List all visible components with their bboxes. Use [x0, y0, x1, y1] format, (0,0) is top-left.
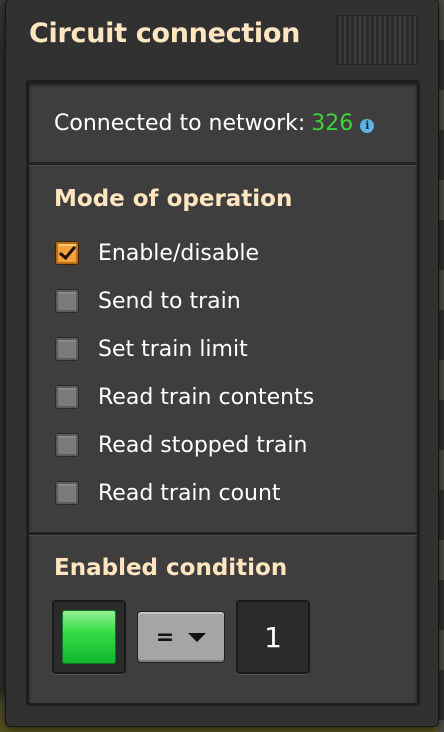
mode-option-set-train-limit[interactable]: Set train limit [55, 333, 248, 365]
mode-option-label: Enable/disable [98, 240, 259, 266]
read-train-contents-checkbox[interactable] [55, 385, 79, 409]
info-icon[interactable]: i [360, 118, 375, 133]
chevron-down-icon [188, 632, 207, 642]
circuit-connection-window: Circuit connection Connected to network:… [6, 0, 438, 726]
window-title: Circuit connection [29, 18, 301, 49]
mode-option-label: Read stopped train [98, 432, 308, 458]
mode-option-enable-disable[interactable]: Enable/disable [55, 237, 259, 269]
read-stopped-train-checkbox[interactable] [55, 433, 79, 457]
mode-section-title: Mode of operation [54, 186, 293, 212]
section-divider [29, 532, 417, 535]
mode-option-label: Read train contents [98, 384, 315, 410]
section-divider [29, 162, 417, 165]
send-to-train-checkbox[interactable] [55, 289, 79, 313]
enable-disable-checkbox[interactable] [55, 241, 79, 265]
read-train-count-checkbox[interactable] [55, 481, 79, 505]
condition-row: = 1 [52, 600, 310, 674]
mode-option-label: Send to train [98, 288, 241, 314]
mode-option-label: Read train count [98, 480, 281, 506]
condition-section-title: Enabled condition [54, 555, 288, 581]
network-id: 326 [311, 111, 354, 136]
comparator-dropdown[interactable]: = [138, 612, 224, 662]
mode-option-label: Set train limit [98, 336, 248, 362]
constant-value-slot[interactable]: 1 [236, 600, 310, 674]
mode-option-read-stopped-train[interactable]: Read stopped train [55, 429, 307, 461]
network-status: Connected to network: 326 i [54, 111, 375, 136]
drag-handle[interactable] [336, 15, 418, 65]
window-titlebar[interactable]: Circuit connection [6, 0, 438, 74]
signal-selector[interactable] [52, 600, 126, 674]
mode-option-read-train-count[interactable]: Read train count [55, 477, 281, 509]
mode-option-send-to-train[interactable]: Send to train [55, 285, 241, 317]
set-train-limit-checkbox[interactable] [55, 337, 79, 361]
window-content-frame: Connected to network: 326 i Mode of oper… [26, 80, 420, 706]
network-label: Connected to network: [54, 111, 306, 136]
green-signal-icon [62, 610, 116, 664]
game-world-edge [438, 0, 444, 732]
mode-option-read-train-contents[interactable]: Read train contents [55, 381, 314, 413]
comparator-value: = [155, 624, 175, 650]
